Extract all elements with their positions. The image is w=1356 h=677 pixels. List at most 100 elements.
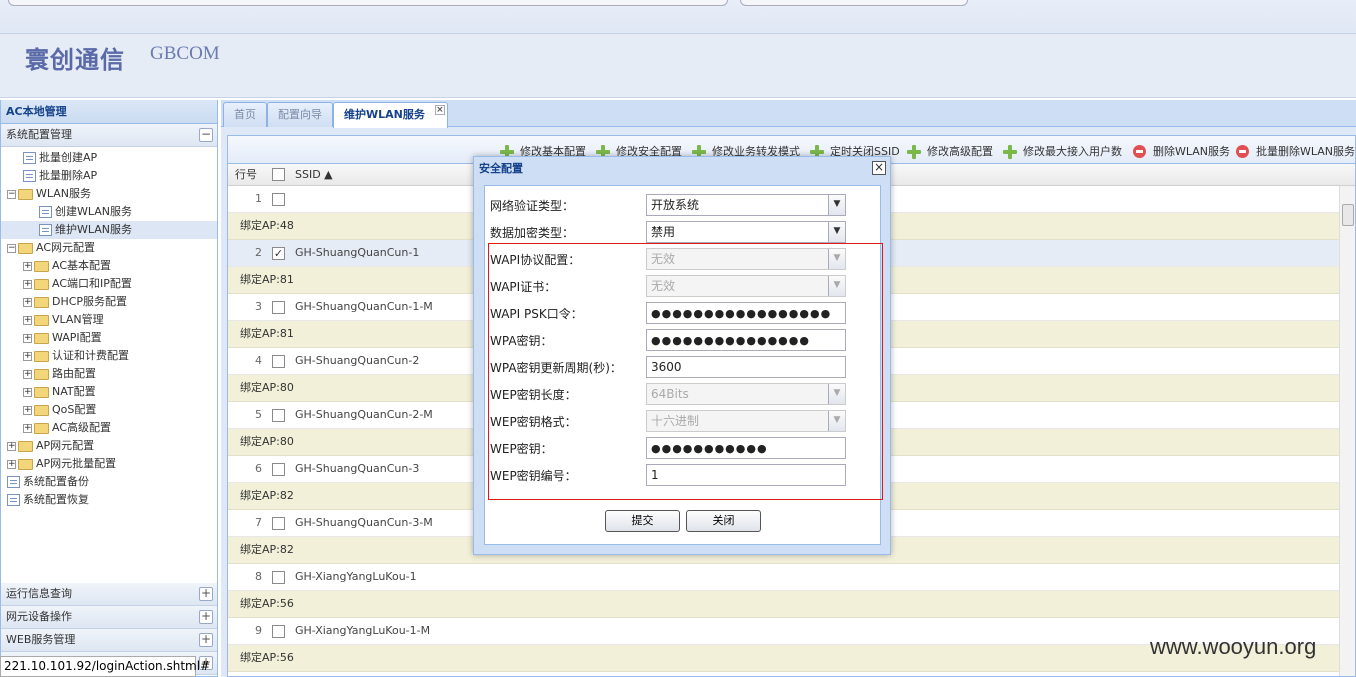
sidebar-item[interactable]: + DHCP服务配置 <box>1 293 217 311</box>
row-checkbox[interactable] <box>272 409 285 422</box>
expand-tree-icon[interactable]: + <box>23 423 32 433</box>
sidebar-item[interactable]: + WAPI配置 <box>1 329 217 347</box>
field-value: ●●●●●●●●●●● <box>651 442 768 455</box>
sidebar-item[interactable]: 维护WLAN服务 <box>1 221 217 239</box>
password-field[interactable]: ●●●●●●●●●●●●●●● <box>646 329 846 351</box>
folder-icon <box>18 458 33 470</box>
accordion-system-config[interactable]: 系统配置管理 − <box>1 124 217 147</box>
row-checkbox[interactable] <box>272 625 285 638</box>
expand-tree-icon[interactable]: + <box>23 387 32 397</box>
expand-icon[interactable]: + <box>199 610 213 624</box>
folder-icon <box>34 422 49 434</box>
scrollbar-thumb[interactable] <box>1342 204 1354 226</box>
select-all-checkbox[interactable] <box>272 168 285 181</box>
row-number: 8 <box>255 570 262 583</box>
sidebar-item[interactable]: − AC网元配置 <box>1 239 217 257</box>
select-field[interactable]: 开放系统 ▼ <box>646 194 846 216</box>
sidebar-item-label: 创建WLAN服务 <box>55 205 133 218</box>
sidebar-item[interactable]: + AC端口和IP配置 <box>1 275 217 293</box>
accordion-device-ops[interactable]: 网元设备操作 + <box>1 606 217 629</box>
expand-tree-icon[interactable]: + <box>23 369 32 379</box>
brand-logo-en: GBCOM <box>150 43 220 64</box>
expand-tree-icon[interactable]: + <box>23 261 32 271</box>
close-icon[interactable]: × <box>434 105 445 115</box>
sidebar-item[interactable]: − WLAN服务 <box>1 185 217 203</box>
row-checkbox[interactable] <box>272 301 285 314</box>
accordion-label: 运行信息查询 <box>6 587 72 600</box>
row-checkbox[interactable]: ✓ <box>272 247 285 260</box>
sidebar-item[interactable]: + VLAN管理 <box>1 311 217 329</box>
sidebar-item[interactable]: + NAT配置 <box>1 383 217 401</box>
page-icon <box>39 206 52 218</box>
sidebar-item[interactable]: 系统配置恢复 <box>1 491 217 509</box>
collapse-tree-icon[interactable]: − <box>7 189 16 199</box>
expand-icon[interactable]: + <box>199 633 213 647</box>
close-icon[interactable]: × <box>872 161 886 175</box>
expand-tree-icon[interactable]: + <box>23 297 32 307</box>
row-checkbox[interactable] <box>272 571 285 584</box>
expand-tree-icon[interactable]: + <box>7 459 16 469</box>
chevron-down-icon[interactable]: ▼ <box>828 195 845 215</box>
chevron-down-icon[interactable]: ▼ <box>828 222 845 242</box>
toolbar-label: 删除WLAN服务 <box>1153 145 1231 158</box>
sidebar-item[interactable]: + 认证和计费配置 <box>1 347 217 365</box>
dialog-form: 提交 关闭 网络验证类型： 开放系统 ▼ 数据加密类型： 禁用 ▼ WAPI协议配置： 无效 ▼… <box>484 185 883 545</box>
toolbar-button[interactable]: 修改高级配置 <box>907 144 993 160</box>
sidebar-item-label: DHCP服务配置 <box>52 295 128 308</box>
field-label: WAPI证书： <box>490 280 557 294</box>
sidebar-item-label: 认证和计费配置 <box>52 349 129 362</box>
search-bar[interactable] <box>740 0 968 6</box>
sidebar-item[interactable]: 批量创建AP <box>1 149 217 167</box>
collapse-icon[interactable]: − <box>199 128 213 142</box>
sidebar-item[interactable]: + AP网元批量配置 <box>1 455 217 473</box>
table-row[interactable]: 8 GH-XiangYangLuKou-1 <box>228 564 1340 591</box>
address-bar[interactable] <box>8 0 728 6</box>
row-checkbox[interactable] <box>272 463 285 476</box>
close-button[interactable]: 关闭 <box>686 510 761 532</box>
sidebar-item[interactable]: + AC基本配置 <box>1 257 217 275</box>
app-header: 寰创通信 GBCOM <box>0 34 1356 98</box>
sidebar-item[interactable]: + AP网元配置 <box>1 437 217 455</box>
expand-tree-icon[interactable]: + <box>7 441 16 451</box>
expand-tree-icon[interactable]: + <box>23 405 32 415</box>
accordion-runtime-info[interactable]: 运行信息查询 + <box>1 583 217 606</box>
toolbar-button[interactable]: 删除WLAN服务 <box>1133 144 1230 160</box>
text-field[interactable]: 1 <box>646 464 846 486</box>
form-row: WAPI PSK口令： ●●●●●●●●●●●●●●●●● <box>490 302 850 324</box>
expand-tree-icon[interactable]: + <box>23 333 32 343</box>
toolbar-button[interactable]: 批量删除WLAN服务 <box>1236 144 1355 160</box>
submit-button[interactable]: 提交 <box>605 510 680 532</box>
col-row-number[interactable]: 行号 <box>235 164 257 185</box>
vertical-scrollbar[interactable] <box>1339 186 1355 676</box>
sidebar-item[interactable]: + AC高级配置 <box>1 419 217 437</box>
row-checkbox[interactable] <box>272 193 285 206</box>
row-checkbox[interactable] <box>272 517 285 530</box>
sidebar-item[interactable]: + 路由配置 <box>1 365 217 383</box>
expand-icon[interactable]: + <box>199 587 213 601</box>
password-field[interactable]: ●●●●●●●●●●● <box>646 437 846 459</box>
toolbar-button[interactable]: 修改最大接入用户数 <box>1003 144 1122 160</box>
tab-home[interactable]: 首页 <box>223 102 267 127</box>
tab-config-wizard[interactable]: 配置向导 <box>267 102 333 127</box>
folder-icon <box>18 242 33 254</box>
sidebar-item[interactable]: 批量删除AP <box>1 167 217 185</box>
password-field[interactable]: ●●●●●●●●●●●●●●●●● <box>646 302 846 324</box>
form-row: WEP密钥： ●●●●●●●●●●● <box>490 437 850 459</box>
select-field: 无效 ▼ <box>646 275 846 297</box>
ssid-cell: GH-ShuangQuanCun-2 <box>295 354 420 367</box>
expand-tree-icon[interactable]: + <box>23 279 32 289</box>
collapse-tree-icon[interactable]: − <box>7 243 16 253</box>
sidebar-item[interactable]: 系统配置备份 <box>1 473 217 491</box>
sidebar-item[interactable]: + QoS配置 <box>1 401 217 419</box>
sidebar-item[interactable]: 创建WLAN服务 <box>1 203 217 221</box>
select-field[interactable]: 禁用 ▼ <box>646 221 846 243</box>
col-ssid[interactable]: SSID ▲ <box>295 164 333 185</box>
expand-tree-icon[interactable]: + <box>23 315 32 325</box>
expand-tree-icon[interactable]: + <box>23 351 32 361</box>
row-checkbox[interactable] <box>272 355 285 368</box>
tab-maintain-wlan[interactable]: 维护WLAN服务 × <box>333 102 448 128</box>
field-value: ●●●●●●●●●●●●●●● <box>651 334 810 347</box>
text-field[interactable]: 3600 <box>646 356 846 378</box>
page-icon <box>7 476 20 488</box>
accordion-web-service[interactable]: WEB服务管理 + <box>1 629 217 652</box>
